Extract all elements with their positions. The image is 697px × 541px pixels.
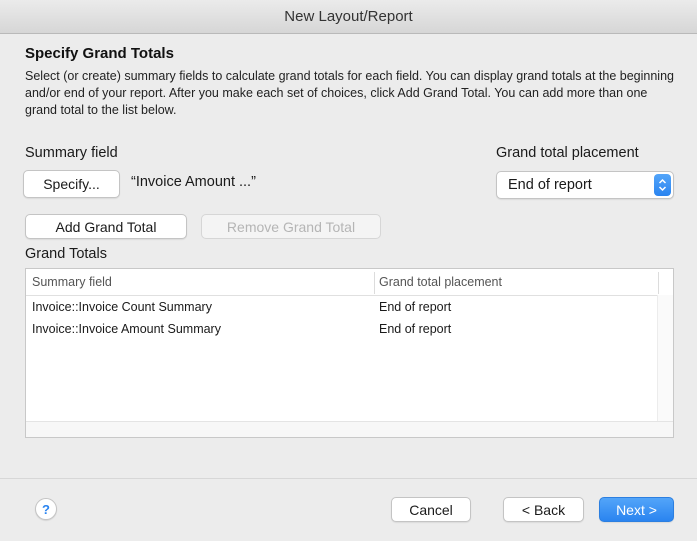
row-placement: End of report (379, 300, 452, 314)
table-row[interactable]: Invoice::Invoice Amount Summary End of r… (26, 319, 658, 341)
grand-totals-table[interactable]: Summary field Grand total placement Invo… (25, 268, 674, 438)
grand-total-placement-label: Grand total placement (496, 145, 639, 161)
window-title: New Layout/Report (0, 0, 697, 34)
section-heading: Specify Grand Totals (25, 45, 174, 62)
cancel-button[interactable]: Cancel (391, 497, 471, 522)
new-layout-report-dialog: New Layout/Report Specify Grand Totals S… (0, 0, 697, 541)
summary-field-value: “Invoice Amount ...” (131, 174, 256, 190)
next-button[interactable]: Next > (599, 497, 674, 522)
row-placement: End of report (379, 322, 452, 336)
grand-total-placement-select[interactable]: End of report (496, 171, 674, 199)
help-button[interactable]: ? (35, 498, 57, 520)
chevron-up-down-icon (654, 174, 671, 196)
column-divider (374, 272, 375, 294)
horizontal-scrollbar[interactable] (26, 421, 673, 437)
row-summary-field: Invoice::Invoice Count Summary (32, 300, 212, 314)
column-header-summary-field[interactable]: Summary field (32, 275, 112, 289)
column-divider (658, 272, 659, 294)
section-description: Select (or create) summary fields to cal… (25, 69, 674, 117)
remove-grand-total-button[interactable]: Remove Grand Total (201, 214, 381, 239)
back-button[interactable]: < Back (503, 497, 584, 522)
specify-button[interactable]: Specify... (23, 170, 120, 198)
vertical-scrollbar[interactable] (657, 295, 673, 422)
placement-selected-value: End of report (508, 177, 592, 193)
table-header: Summary field Grand total placement (26, 269, 673, 296)
column-header-placement[interactable]: Grand total placement (379, 275, 502, 289)
summary-field-label: Summary field (25, 145, 118, 161)
grand-totals-label: Grand Totals (25, 246, 107, 262)
table-row[interactable]: Invoice::Invoice Count Summary End of re… (26, 297, 658, 319)
row-summary-field: Invoice::Invoice Amount Summary (32, 322, 221, 336)
add-grand-total-button[interactable]: Add Grand Total (25, 214, 187, 239)
footer-divider (0, 478, 697, 479)
